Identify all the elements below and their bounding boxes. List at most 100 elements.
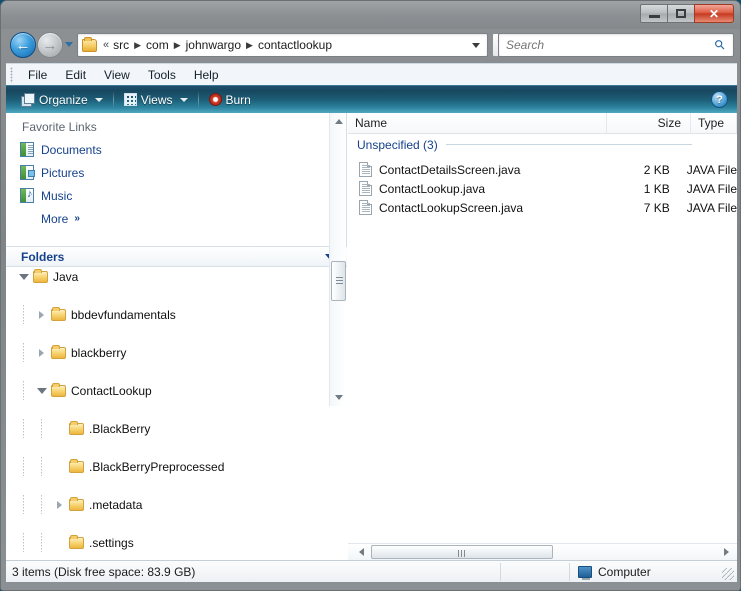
- chevron-double-right-icon: »: [74, 213, 80, 224]
- folder-icon: [51, 306, 66, 321]
- file-type-cell: JAVA File: [686, 162, 737, 177]
- file-list-horizontal-scrollbar[interactable]: [348, 543, 737, 560]
- window-controls: ✕: [640, 4, 734, 23]
- scroll-left-button[interactable]: [353, 544, 370, 560]
- tree-node-content: blackberry: [49, 344, 128, 361]
- tree-scroll-thumb[interactable]: [331, 261, 346, 301]
- maximize-button[interactable]: [667, 4, 694, 23]
- tree-node[interactable]: .settings: [6, 533, 347, 552]
- tree-guide-line: [23, 343, 24, 362]
- menu-help[interactable]: Help: [185, 66, 228, 84]
- folders-header[interactable]: Folders: [6, 246, 347, 267]
- tree-node-label: Java: [53, 269, 79, 284]
- tree-node-label: blackberry: [71, 345, 127, 360]
- tree-expand-icon[interactable]: [54, 499, 65, 510]
- menu-edit[interactable]: Edit: [56, 66, 95, 84]
- tree-no-expander: [54, 423, 65, 434]
- tree-collapse-icon[interactable]: [36, 385, 47, 396]
- column-header-type[interactable]: Type: [691, 113, 737, 133]
- table-row[interactable]: ContactLookup.java 1 KB JAVA File: [348, 179, 737, 198]
- sidebar-item-music[interactable]: Music: [6, 184, 346, 207]
- breadcrumb-src[interactable]: src: [111, 38, 131, 52]
- table-row[interactable]: ContactLookupScreen.java 7 KB JAVA File: [348, 198, 737, 217]
- tree-guide-line: [23, 381, 24, 400]
- folder-icon: [51, 344, 66, 359]
- sidebar-item-label: Music: [41, 188, 73, 203]
- chevron-down-icon: [179, 97, 188, 102]
- tree-node[interactable]: .BlackBerry: [6, 419, 347, 438]
- organize-label: Organize: [39, 92, 88, 107]
- tree-vertical-scrollbar[interactable]: [329, 113, 346, 406]
- tree-guide-line: [41, 533, 42, 552]
- menu-grip-handle[interactable]: [10, 67, 13, 83]
- scroll-up-button[interactable]: [330, 113, 347, 130]
- table-row[interactable]: ContactDetailsScreen.java 2 KB JAVA File: [348, 160, 737, 179]
- help-button[interactable]: ?: [711, 91, 728, 108]
- scroll-down-button[interactable]: [330, 389, 347, 406]
- folder-icon: [69, 420, 84, 435]
- views-button[interactable]: Views: [117, 90, 195, 110]
- minimize-button[interactable]: [640, 4, 667, 23]
- breadcrumb-com[interactable]: com: [144, 38, 171, 52]
- breadcrumb-separator-icon[interactable]: ▶: [243, 40, 256, 50]
- history-dropdown-icon[interactable]: [65, 42, 73, 47]
- sidebar-item-documents[interactable]: Documents: [6, 138, 346, 161]
- computer-icon: [578, 565, 592, 580]
- menu-file[interactable]: File: [19, 66, 56, 84]
- search-box[interactable]: ⚲: [498, 33, 734, 57]
- back-button[interactable]: ←: [10, 32, 36, 58]
- menu-bar: File Edit View Tools Help: [6, 63, 737, 85]
- toolbar-separator: [197, 91, 199, 108]
- tree-node[interactable]: ContactLookup: [6, 381, 347, 400]
- breadcrumb-johnwargo[interactable]: johnwargo: [184, 38, 243, 52]
- folders-label: Folders: [21, 249, 65, 264]
- tree-expand-icon[interactable]: [36, 347, 47, 358]
- forward-button[interactable]: →: [37, 32, 63, 58]
- tree-node[interactable]: .metadata: [6, 495, 347, 514]
- tree-node-content: .BlackBerryPreprocessed: [67, 458, 226, 475]
- back-arrow-icon: ←: [15, 36, 31, 54]
- status-divider: [569, 563, 570, 581]
- tree-guide-line: [23, 495, 24, 514]
- breadcrumb-separator-icon[interactable]: ▶: [171, 40, 184, 50]
- breadcrumb-overflow[interactable]: «: [100, 39, 111, 51]
- tree-node[interactable]: .BlackBerryPreprocessed: [6, 457, 347, 476]
- tree-node-label: bbdevfundamentals: [71, 307, 176, 322]
- explorer-window: ✕ ← → « src ▶ com ▶ johnwargo ▶ contactl…: [0, 0, 741, 591]
- organize-button[interactable]: Organize: [14, 90, 110, 110]
- folder-icon: [51, 382, 66, 397]
- tree-expand-icon[interactable]: [36, 309, 47, 320]
- sidebar-more-button[interactable]: More »: [6, 207, 346, 230]
- resize-grip[interactable]: [722, 568, 734, 580]
- pictures-icon: [20, 165, 35, 180]
- close-button[interactable]: ✕: [694, 4, 734, 23]
- group-header[interactable]: Unspecified (3): [348, 134, 737, 155]
- tree-collapse-icon[interactable]: [18, 271, 29, 282]
- sidebar-item-label: Pictures: [41, 165, 85, 180]
- burn-button[interactable]: Burn: [202, 90, 258, 110]
- search-input[interactable]: [506, 38, 710, 52]
- more-label: More: [41, 211, 69, 226]
- address-dropdown-icon[interactable]: [472, 42, 480, 48]
- tree-node[interactable]: bbdevfundamentals: [6, 305, 347, 324]
- folder-icon: [69, 458, 84, 473]
- address-bar[interactable]: « src ▶ com ▶ johnwargo ▶ contactlookup: [77, 33, 488, 57]
- horizontal-scroll-thumb[interactable]: [371, 545, 553, 559]
- sidebar-item-pictures[interactable]: Pictures: [6, 161, 346, 184]
- search-icon[interactable]: ⚲: [707, 32, 732, 57]
- tree-node[interactable]: blackberry: [6, 343, 347, 362]
- column-header-size[interactable]: Size: [607, 113, 691, 133]
- breadcrumb-separator-icon[interactable]: ▶: [131, 40, 144, 50]
- file-list-pane: Name Size Type Unspecified (3) ContactDe…: [348, 113, 737, 560]
- tree-node-label: ContactLookup: [71, 383, 152, 398]
- tree-no-expander: [54, 537, 65, 548]
- scroll-right-button[interactable]: [718, 544, 735, 560]
- tree-node[interactable]: Java: [6, 267, 347, 286]
- column-header-name[interactable]: Name: [348, 113, 607, 133]
- tree-node-label: .settings: [89, 535, 134, 550]
- menu-tools[interactable]: Tools: [139, 66, 185, 84]
- tree-guide-line: [41, 457, 42, 476]
- group-header-label: Unspecified (3): [357, 137, 438, 152]
- menu-view[interactable]: View: [95, 66, 139, 84]
- breadcrumb-contactlookup[interactable]: contactlookup: [256, 38, 334, 52]
